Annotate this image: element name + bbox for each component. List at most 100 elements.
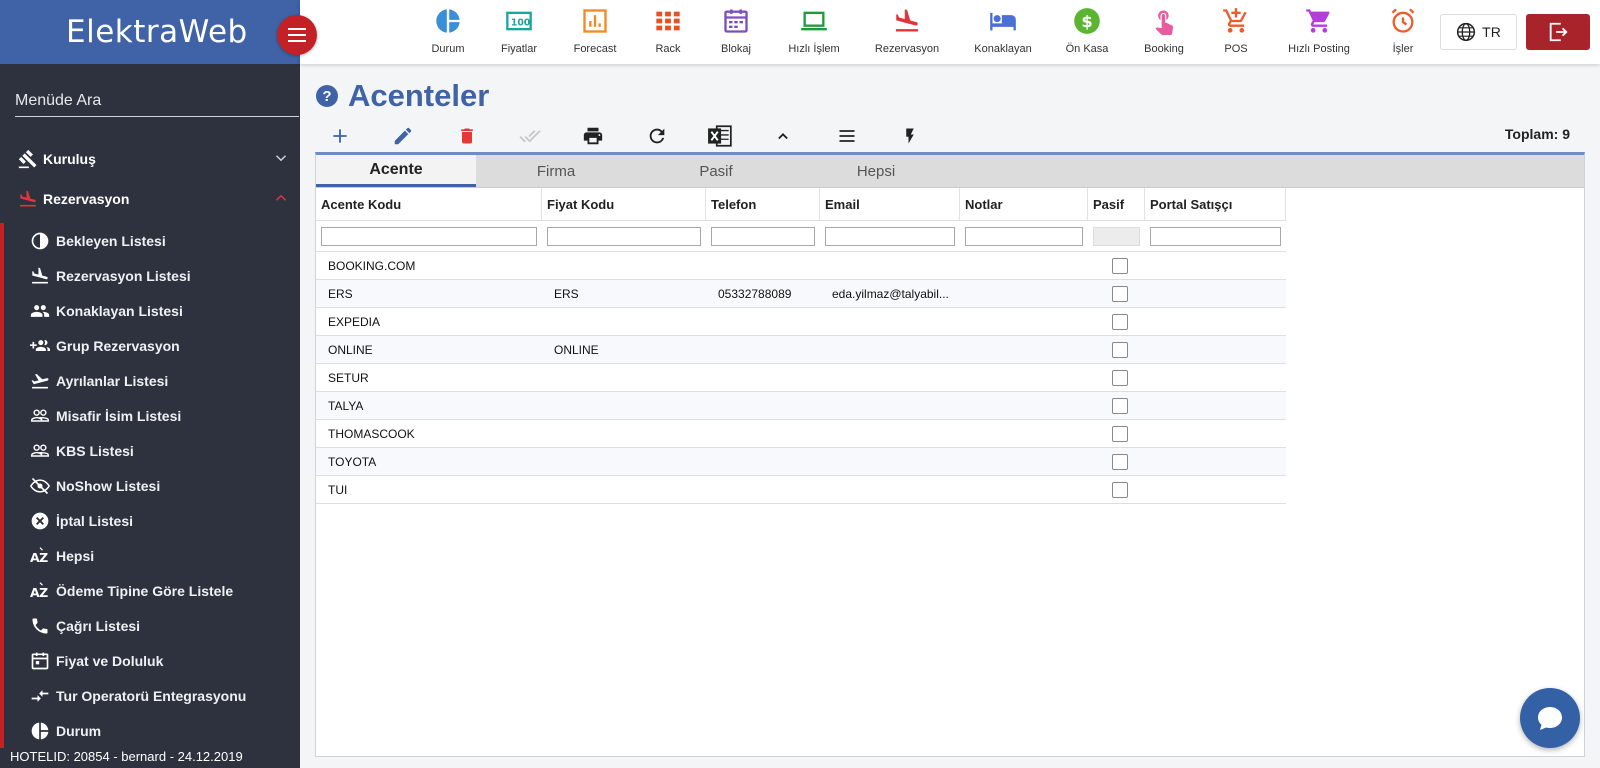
- sidebar-item-odeme-tipine-gore-listele[interactable]: AZ Ödeme Tipine Göre Listele: [4, 573, 300, 608]
- brand-logo: ElektraWeb: [66, 14, 248, 50]
- hotel-info-footer: HOTELID: 20854 - bernard - 24.12.2019: [10, 749, 243, 764]
- sidebar-item-misafir-isim-listesi[interactable]: Misafir İsim Listesi: [4, 398, 300, 433]
- nav-pos[interactable]: POS: [1191, 6, 1281, 55]
- pasif-checkbox[interactable]: [1112, 453, 1128, 470]
- cell-portal-satisci: [1145, 280, 1286, 307]
- table-row[interactable]: TOYOTA: [316, 448, 1286, 476]
- table-row[interactable]: TALYA: [316, 392, 1286, 420]
- tab-hepsi[interactable]: Hepsi: [796, 155, 956, 187]
- people-icon: [28, 299, 52, 323]
- nav-hizli-islem[interactable]: Hızlı İşlem: [769, 6, 859, 55]
- sidebar-item-hepsi[interactable]: AZ Hepsi: [4, 538, 300, 573]
- nav-rezervasyon[interactable]: Rezervasyon: [862, 6, 952, 55]
- pasif-checkbox[interactable]: [1112, 257, 1128, 274]
- column-header-telefon[interactable]: Telefon: [706, 188, 820, 220]
- menu-button[interactable]: [832, 122, 862, 150]
- sidebar-item-grup-rezervasyon[interactable]: Grup Rezervasyon: [4, 328, 300, 363]
- sidebar-section-kurulus[interactable]: Kuruluş: [0, 139, 300, 179]
- filter-notlar-input[interactable]: [965, 226, 1083, 246]
- filter-telefon-input[interactable]: [711, 226, 815, 246]
- cell-fiyat-kodu: [542, 252, 706, 279]
- nav-blokaj[interactable]: Blokaj: [691, 6, 781, 55]
- collapse-button[interactable]: [768, 122, 798, 150]
- chat-button[interactable]: [1520, 688, 1580, 748]
- pasif-checkbox[interactable]: [1112, 481, 1128, 498]
- nav-isler[interactable]: İşler: [1358, 6, 1448, 55]
- sidebar-item-cagri-listesi[interactable]: Çağrı Listesi: [4, 608, 300, 643]
- filter-fiyat-kodu-input[interactable]: [547, 226, 701, 246]
- page-header: ? Acenteler: [316, 78, 489, 114]
- bed-icon: [958, 6, 1048, 36]
- filter-acente-kodu-input[interactable]: [321, 226, 537, 246]
- table-row[interactable]: SETUR: [316, 364, 1286, 392]
- tab-pasif[interactable]: Pasif: [636, 155, 796, 187]
- cell-notlar: [960, 448, 1088, 475]
- help-icon[interactable]: ?: [316, 85, 338, 107]
- column-header-portal-satisci[interactable]: Portal Satışçı: [1145, 188, 1286, 220]
- pasif-checkbox[interactable]: [1112, 313, 1128, 330]
- cell-pasif: [1088, 308, 1145, 335]
- menu-search-input[interactable]: Menüde Ara: [15, 92, 299, 117]
- column-header-fiyat-kodu[interactable]: Fiyat Kodu: [542, 188, 706, 220]
- sidebar-item-iptal-listesi[interactable]: İptal Listesi: [4, 503, 300, 538]
- sidebar-item-durum[interactable]: Durum: [4, 713, 300, 748]
- nav-hizli-posting[interactable]: Hızlı Posting: [1274, 6, 1364, 55]
- menu-toggle-button[interactable]: [277, 15, 317, 55]
- cell-notlar: [960, 364, 1088, 391]
- brand-header: ElektraWeb: [0, 0, 300, 64]
- logout-button[interactable]: [1526, 14, 1590, 50]
- table-row[interactable]: BOOKING.COM: [316, 252, 1286, 280]
- table-row[interactable]: TUI: [316, 476, 1286, 504]
- sidebar-item-tur-operatoru-entegrasyonu[interactable]: Tur Operatorü Entegrasyonu: [4, 678, 300, 713]
- total-count: Toplam: 9: [1504, 126, 1570, 142]
- excel-export-button[interactable]: [705, 122, 735, 150]
- sidebar-item-label: Fiyat ve Doluluk: [56, 652, 164, 669]
- column-header-acente-kodu[interactable]: Acente Kodu: [316, 188, 542, 220]
- sidebar-item-kbs-listesi[interactable]: KBS Listesi: [4, 433, 300, 468]
- pasif-checkbox[interactable]: [1112, 341, 1128, 358]
- filter-cell: [316, 221, 542, 251]
- add-button[interactable]: [325, 122, 355, 150]
- sidebar-item-konaklayan-listesi[interactable]: Konaklayan Listesi: [4, 293, 300, 328]
- pasif-checkbox[interactable]: [1112, 425, 1128, 442]
- table-row[interactable]: ERS ERS 05332788089 eda.yilmaz@talyabil...: [316, 280, 1286, 308]
- sidebar-item-ayrilanlar-listesi[interactable]: Ayrılanlar Listesi: [4, 363, 300, 398]
- filter-portal-satisci-input[interactable]: [1150, 226, 1281, 246]
- pasif-checkbox[interactable]: [1112, 397, 1128, 414]
- filter-email-input[interactable]: [825, 226, 955, 246]
- column-header-notlar[interactable]: Notlar: [960, 188, 1088, 220]
- sidebar-section-rezervasyon[interactable]: Rezervasyon: [0, 179, 300, 219]
- filter-cell: [706, 221, 820, 251]
- print-button[interactable]: [578, 122, 608, 150]
- cell-fiyat-kodu: ONLINE: [554, 342, 599, 357]
- nav-konaklayan[interactable]: Konaklayan: [958, 6, 1048, 55]
- excel-icon: [708, 125, 732, 147]
- table-row[interactable]: ONLINE ONLINE: [316, 336, 1286, 364]
- sidebar-item-bekleyen-listesi[interactable]: Bekleyen Listesi: [4, 223, 300, 258]
- tab-firma[interactable]: Firma: [476, 155, 636, 187]
- flash-button[interactable]: [895, 122, 925, 150]
- pasif-checkbox[interactable]: [1112, 285, 1128, 302]
- cell-acente-kodu: SETUR: [328, 370, 369, 385]
- delete-button[interactable]: [452, 122, 482, 150]
- cell-telefon: [706, 476, 820, 503]
- check-all-button[interactable]: [515, 122, 545, 150]
- nav-label: Rezervasyon: [874, 43, 940, 55]
- cell-email: [820, 420, 960, 447]
- sidebar-item-fiyat-ve-doluluk[interactable]: Fiyat ve Doluluk: [4, 643, 300, 678]
- column-header-email[interactable]: Email: [820, 188, 960, 220]
- cell-portal-satisci: [1145, 308, 1286, 335]
- tab-acente[interactable]: Acente: [316, 155, 476, 187]
- nav-label: Hızlı Posting: [1288, 43, 1350, 55]
- table-row[interactable]: EXPEDIA: [316, 308, 1286, 336]
- column-header-pasif[interactable]: Pasif: [1088, 188, 1145, 220]
- language-button[interactable]: TR: [1440, 14, 1517, 50]
- refresh-button[interactable]: [642, 122, 672, 150]
- pasif-checkbox[interactable]: [1112, 369, 1128, 386]
- cell-acente-kodu: BOOKING.COM: [328, 258, 416, 273]
- flight-land-icon: [862, 6, 952, 36]
- sidebar-item-rezervasyon-listesi[interactable]: Rezervasyon Listesi: [4, 258, 300, 293]
- sidebar-item-noshow-listesi[interactable]: NoShow Listesi: [4, 468, 300, 503]
- table-row[interactable]: THOMASCOOK: [316, 420, 1286, 448]
- edit-button[interactable]: [388, 122, 418, 150]
